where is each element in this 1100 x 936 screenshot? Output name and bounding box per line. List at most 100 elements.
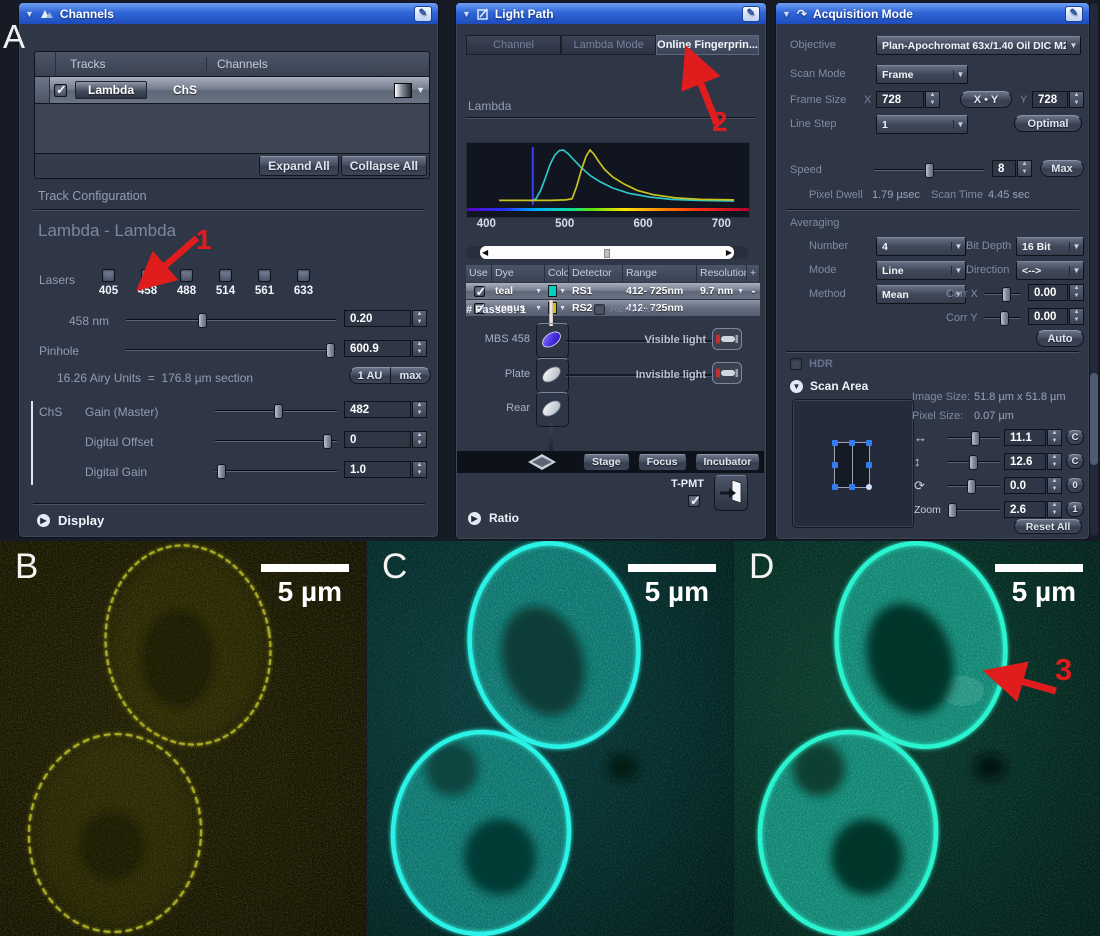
light-path-panel-header[interactable]: ▼ Light Path ✎ xyxy=(456,3,766,24)
laser-checkbox-633[interactable] xyxy=(297,269,310,282)
scan-area-handle[interactable] xyxy=(849,440,855,446)
hdr-checkbox[interactable] xyxy=(790,358,802,370)
laser-power-slider[interactable] xyxy=(126,312,336,327)
spinner-arrows-icon[interactable]: ▲▼ xyxy=(1017,160,1032,177)
dropdown-arrow-icon[interactable]: ▼ xyxy=(1069,242,1083,251)
hdr-row[interactable]: HDR xyxy=(790,358,833,370)
spinner-arrows-icon[interactable]: ▲▼ xyxy=(925,91,940,108)
scan-area-handle[interactable] xyxy=(832,462,838,468)
scroll-grip[interactable] xyxy=(604,249,610,258)
offset-y-reset-button[interactable]: C xyxy=(1066,454,1084,469)
invisible-light-lamp-icon[interactable] xyxy=(712,362,742,389)
scan-area-handle[interactable] xyxy=(866,462,872,468)
pinhole-spinbox[interactable]: 600.9▲▼ xyxy=(344,340,427,357)
digital-gain-spinbox[interactable]: 1.0▲▼ xyxy=(344,461,427,478)
collapse-chevron-icon[interactable]: ▼ xyxy=(782,9,791,19)
acquisition-edit-icon[interactable]: ✎ xyxy=(1065,6,1083,22)
pinhole-max-button[interactable]: max xyxy=(391,367,431,384)
laser-power-spinbox[interactable]: 0.20▲▼ xyxy=(344,310,427,327)
reset-all-button[interactable]: Reset All xyxy=(1014,519,1082,534)
corr-y-slider[interactable] xyxy=(984,310,1020,325)
bit-depth-dropdown[interactable]: 16 Bit▼ xyxy=(1016,237,1084,256)
dropdown-arrow-icon[interactable]: ▼ xyxy=(953,70,967,79)
ratio-expander[interactable]: ▶ Ratio xyxy=(468,511,519,525)
focus-button[interactable]: Focus xyxy=(638,454,687,471)
dropdown-arrow-icon[interactable]: ▼ xyxy=(951,242,965,251)
collapse-all-button[interactable]: Collapse All xyxy=(341,156,427,176)
frame-y-spinbox[interactable]: 728▲▼ xyxy=(1032,91,1084,108)
xy-button[interactable]: X • Y xyxy=(960,91,1012,108)
scan-area-handle[interactable] xyxy=(849,484,855,490)
gain-master-spinbox[interactable]: 482▲▼ xyxy=(344,401,427,418)
offset-x-spinbox[interactable]: 11.1▲▼ xyxy=(1004,429,1062,446)
laser-checkbox-561[interactable] xyxy=(258,269,271,282)
color-dropdown-icon[interactable]: ▼ xyxy=(559,288,566,295)
spinner-arrows-icon[interactable]: ▲▼ xyxy=(412,310,427,327)
dye-color-swatch[interactable] xyxy=(548,285,557,297)
zoom-slider[interactable] xyxy=(948,502,1000,517)
dye-table-column-[interactable]: + xyxy=(747,265,760,282)
channel-lut-icon[interactable] xyxy=(394,83,412,98)
offset-y-spinbox[interactable]: 12.6▲▼ xyxy=(1004,453,1062,470)
spectrum-range-scrollbar[interactable]: ◀ ▶ xyxy=(466,246,748,259)
gain-master-slider[interactable] xyxy=(215,403,337,418)
auto-button[interactable]: Auto xyxy=(1036,330,1084,347)
expand-all-button[interactable]: Expand All xyxy=(259,156,339,176)
direction-dropdown[interactable]: <-->▼ xyxy=(1016,261,1084,280)
spinner-arrows-icon[interactable]: ▲▼ xyxy=(1047,429,1062,446)
scan-area-preview[interactable] xyxy=(792,399,914,528)
plate-mirror-button[interactable] xyxy=(536,358,569,393)
optimal-button[interactable]: Optimal xyxy=(1014,115,1082,132)
frame-x-spinbox[interactable]: 728▲▼ xyxy=(876,91,940,108)
spinner-arrows-icon[interactable]: ▲▼ xyxy=(412,461,427,478)
laser-checkbox-405[interactable] xyxy=(102,269,115,282)
zoom-spinbox[interactable]: 2.6▲▼ xyxy=(1004,501,1062,518)
reflection-checkbox-row[interactable]: Reflection xyxy=(594,303,659,315)
offset-x-slider[interactable] xyxy=(948,430,1000,445)
dropdown-arrow-icon[interactable]: ▼ xyxy=(951,266,965,275)
track-name-badge[interactable]: Lambda xyxy=(75,81,147,99)
channel-lut-dropdown-icon[interactable]: ▼ xyxy=(416,85,425,95)
incubator-button[interactable]: Incubator xyxy=(695,454,761,471)
tab-lambda-mode[interactable]: Lambda Mode xyxy=(561,35,656,55)
dye-use-checkbox[interactable] xyxy=(474,286,485,297)
speed-max-button[interactable]: Max xyxy=(1040,160,1084,177)
display-expander[interactable]: ▶ Display xyxy=(37,513,104,528)
speed-spinbox[interactable]: 8▲▼ xyxy=(992,160,1032,177)
light-path-edit-icon[interactable]: ✎ xyxy=(742,6,760,22)
laser-checkbox-514[interactable] xyxy=(219,269,232,282)
pinhole-slider[interactable] xyxy=(126,342,336,357)
scan-mode-dropdown[interactable]: Frame▼ xyxy=(876,65,968,84)
number-dropdown[interactable]: 4▼ xyxy=(876,237,966,256)
track-row-lambda[interactable]: Lambda ChS ▼ xyxy=(35,76,429,104)
stage-button[interactable]: Stage xyxy=(583,454,630,471)
vertical-scrollbar[interactable] xyxy=(1090,3,1098,536)
averaging-mode-dropdown[interactable]: Line▼ xyxy=(876,261,966,280)
digital-offset-spinbox[interactable]: 0▲▼ xyxy=(344,431,427,448)
spinner-arrows-icon[interactable]: ▲▼ xyxy=(1069,91,1084,108)
rotation-slider[interactable] xyxy=(948,478,1000,493)
spinner-arrows-icon[interactable]: ▲▼ xyxy=(412,340,427,357)
scan-area-handle[interactable] xyxy=(866,484,872,490)
rear-mirror-button[interactable] xyxy=(536,392,569,427)
lambda-spectrum-chart[interactable] xyxy=(466,142,750,218)
digital-gain-slider[interactable] xyxy=(215,463,337,478)
scan-area-rect[interactable] xyxy=(834,442,870,488)
spinner-arrows-icon[interactable]: ▲▼ xyxy=(1069,284,1084,301)
digital-offset-slider[interactable] xyxy=(215,433,337,448)
scroll-left-icon[interactable]: ◀ xyxy=(482,248,488,257)
corr-x-spinbox[interactable]: 0.00▲▼ xyxy=(1028,284,1084,301)
dye-dropdown-icon[interactable]: ▼ xyxy=(535,305,542,312)
scrollbar-thumb[interactable] xyxy=(1090,373,1098,465)
dropdown-arrow-icon[interactable]: ▼ xyxy=(1069,266,1083,275)
corr-x-slider[interactable] xyxy=(984,286,1020,301)
spinner-arrows-icon[interactable]: ▲▼ xyxy=(1069,308,1084,325)
channels-panel-header[interactable]: ▼ Channels ✎ xyxy=(19,3,438,24)
one-au-button[interactable]: 1 AU xyxy=(349,367,391,384)
objective-dropdown[interactable]: Plan-Apochromat 63x/1.40 Oil DIC M27▼ xyxy=(876,36,1081,55)
dye-dropdown-icon[interactable]: ▼ xyxy=(535,288,542,295)
mbs-mirror-button[interactable] xyxy=(536,323,569,358)
track-checkbox[interactable] xyxy=(54,84,67,97)
scan-area-expander[interactable]: ▼ Scan Area xyxy=(790,379,868,393)
corr-y-spinbox[interactable]: 0.00▲▼ xyxy=(1028,308,1084,325)
